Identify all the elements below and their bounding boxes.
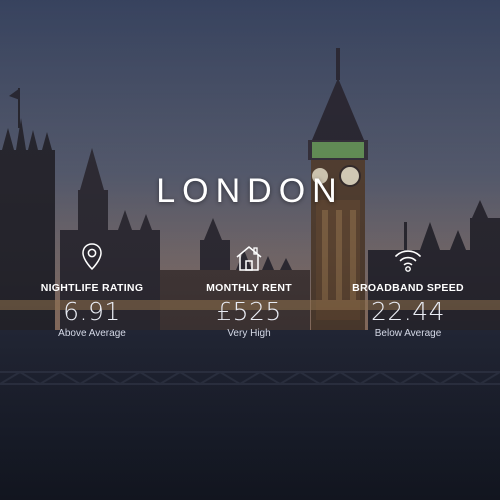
stat-nightlife-rating: NIGHTLIFE RATING 6.91 Above Average <box>17 240 167 339</box>
stat-label: BROADBAND SPEED <box>352 282 464 294</box>
stat-broadband-speed: BROADBAND SPEED 22.44 Below Average <box>333 240 483 339</box>
city-title: LONDON <box>156 172 344 210</box>
stat-note: Below Average <box>374 328 442 339</box>
map-pin-icon <box>17 240 167 272</box>
stat-value: £525 <box>216 297 282 326</box>
stat-note: Very High <box>227 328 271 339</box>
house-icon <box>174 240 324 272</box>
wifi-icon <box>333 240 483 272</box>
stat-value: 6.91 <box>63 297 121 326</box>
stat-label: MONTHLY RENT <box>206 282 292 294</box>
stat-value: 22.44 <box>370 297 446 326</box>
stat-label: NIGHTLIFE RATING <box>40 282 144 294</box>
stat-monthly-rent: MONTHLY RENT £525 Very High <box>174 240 324 339</box>
stat-note: Above Average <box>58 328 126 339</box>
